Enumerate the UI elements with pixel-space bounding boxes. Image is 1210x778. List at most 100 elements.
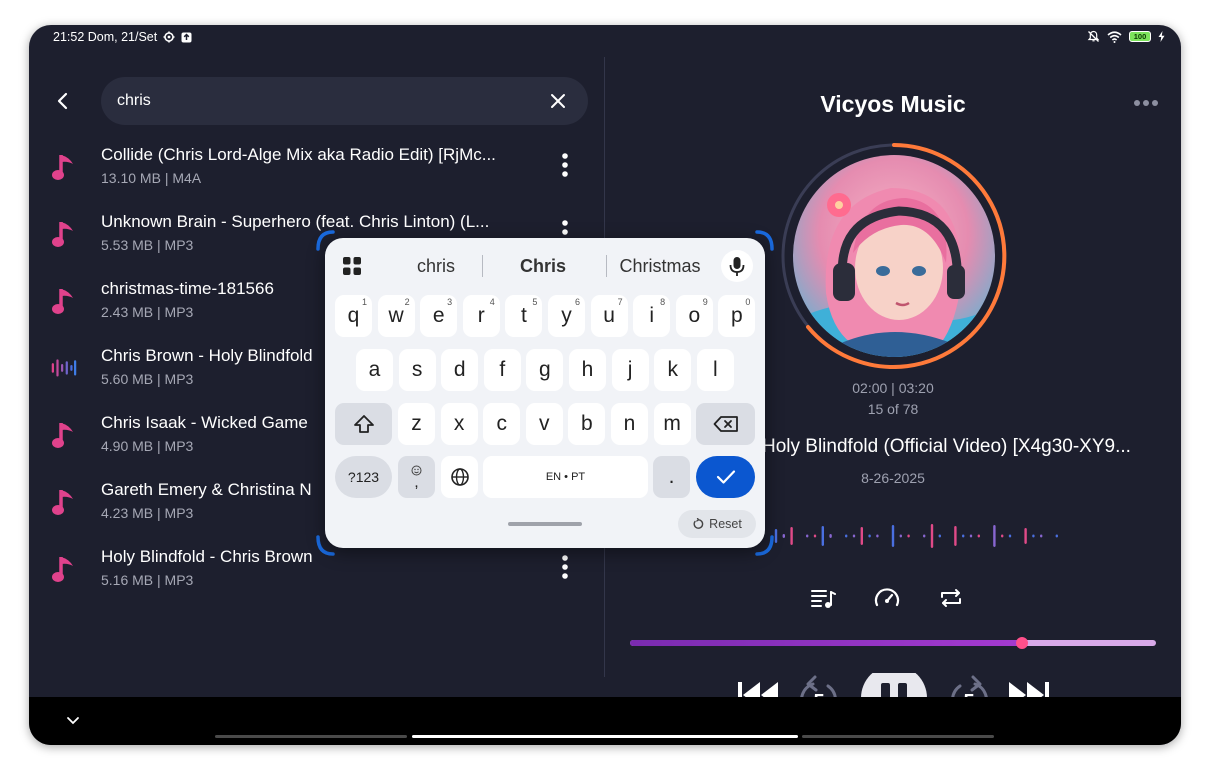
space-key[interactable]: EN • PT <box>483 456 648 498</box>
key-u[interactable]: u7 <box>590 295 628 337</box>
key-number-hint: 2 <box>404 297 410 307</box>
waveform-bar <box>852 534 856 538</box>
emoji-comma-key[interactable]: , <box>398 456 435 498</box>
backspace-key[interactable] <box>696 403 755 445</box>
key-number-hint: 1 <box>361 297 367 307</box>
key-number-hint: 0 <box>745 297 751 307</box>
waveform-bar <box>899 534 902 538</box>
waveform-bar <box>969 534 973 538</box>
result-title: Unknown Brain - Superhero (feat. Chris L… <box>101 212 490 231</box>
suggestion-2[interactable]: Chris <box>493 256 593 277</box>
reset-button[interactable]: Reset <box>678 510 756 538</box>
waveform-bar <box>954 526 957 546</box>
speedometer-icon[interactable] <box>874 585 900 611</box>
key-w[interactable]: w2 <box>377 295 415 337</box>
key-label: m <box>663 412 681 435</box>
key-e[interactable]: e3 <box>420 295 458 337</box>
key-b[interactable]: b <box>568 403 606 445</box>
key-t[interactable]: t5 <box>505 295 543 337</box>
enter-key[interactable] <box>696 456 755 498</box>
shift-key[interactable] <box>335 403 392 445</box>
key-label: e <box>432 304 445 327</box>
key-d[interactable]: d <box>441 349 479 391</box>
repeat-icon[interactable] <box>938 585 964 611</box>
voice-input-button[interactable] <box>721 250 753 282</box>
waveform-bar <box>1001 534 1004 538</box>
result-title: Holy Blindfold - Chris Brown <box>101 547 313 566</box>
waveform-bar <box>845 534 848 538</box>
key-v[interactable]: v <box>525 403 563 445</box>
key-s[interactable]: s <box>398 349 436 391</box>
key-h[interactable]: h <box>569 349 606 391</box>
chevron-down-icon[interactable] <box>65 713 81 729</box>
key-number-hint: 9 <box>702 297 708 307</box>
suggestion-3[interactable]: Christmas <box>613 256 707 277</box>
key-label: p <box>731 304 743 327</box>
key-q[interactable]: q1 <box>335 295 372 337</box>
album-art <box>781 143 1007 369</box>
backspace-icon <box>713 416 738 432</box>
music-note-icon <box>51 287 77 317</box>
apps-grid-icon[interactable] <box>343 257 361 275</box>
clear-search-icon[interactable] <box>548 91 568 111</box>
key-label: z <box>411 412 422 435</box>
more-vert-icon[interactable] <box>555 151 575 179</box>
result-meta: 4.23 MB | MP3 <box>101 505 194 521</box>
keyboard-drag-handle[interactable] <box>508 522 582 526</box>
waveform-bar <box>774 529 778 543</box>
key-label: x <box>453 412 465 435</box>
gesture-bar-main[interactable] <box>412 735 798 738</box>
result-row[interactable]: Holy Blindfold - Chris Brown 5.16 MB | MP… <box>29 539 604 606</box>
seek-progress <box>630 640 1022 646</box>
key-j[interactable]: j <box>611 349 649 391</box>
key-i[interactable]: i8 <box>633 295 671 337</box>
seek-bar[interactable] <box>630 637 1156 649</box>
suggestion-1[interactable]: chris <box>391 256 481 277</box>
key-o[interactable]: o9 <box>675 295 713 337</box>
key-x[interactable]: x <box>440 403 478 445</box>
period-key[interactable]: . <box>653 456 690 498</box>
track-title: Holy Blindfold (Official Video) [X4g30-X… <box>762 436 1131 457</box>
more-options-icon[interactable] <box>1133 99 1159 107</box>
key-n[interactable]: n <box>611 403 648 445</box>
music-note-icon <box>51 421 77 451</box>
key-p[interactable]: p0 <box>718 295 756 337</box>
key-label: j <box>627 358 633 381</box>
key-l[interactable]: l <box>696 349 734 391</box>
key-r[interactable]: r4 <box>462 295 500 337</box>
result-row[interactable]: Collide (Chris Lord-Alge Mix aka Radio E… <box>29 137 604 204</box>
key-label: o <box>688 304 701 327</box>
key-z[interactable]: z <box>398 403 435 445</box>
key-f[interactable]: f <box>483 349 521 391</box>
waveform-bar <box>993 525 996 547</box>
search-input[interactable] <box>117 90 537 112</box>
waveform-bar <box>977 534 980 538</box>
language-key[interactable] <box>441 456 478 498</box>
seek-thumb[interactable] <box>1015 637 1028 649</box>
key-a[interactable]: a <box>356 349 393 391</box>
playlist-icon[interactable] <box>810 585 836 611</box>
secondary-controls <box>810 585 964 611</box>
comma-label: , <box>414 473 419 491</box>
microphone-icon <box>729 257 745 276</box>
waveform-bar <box>907 534 910 538</box>
key-g[interactable]: g <box>526 349 564 391</box>
waveform-bar <box>1008 534 1012 538</box>
key-c[interactable]: c <box>483 403 521 445</box>
key-label: f <box>499 358 506 381</box>
music-note-icon <box>51 555 77 585</box>
waveform-bar <box>891 525 895 547</box>
result-meta: 5.53 MB | MP3 <box>101 237 194 253</box>
back-arrow-icon[interactable] <box>51 89 75 113</box>
waveform-bar <box>782 534 785 538</box>
key-label: l <box>712 358 718 381</box>
waveform-bar <box>923 534 926 538</box>
more-vert-icon[interactable] <box>555 553 575 581</box>
symbols-key[interactable]: ?123 <box>335 456 392 498</box>
key-y[interactable]: y6 <box>548 295 585 337</box>
key-label: r <box>477 304 485 327</box>
music-note-icon <box>51 153 77 183</box>
status-time-date: 21:52 Dom, 21/Set <box>53 30 158 44</box>
key-m[interactable]: m <box>653 403 691 445</box>
key-k[interactable]: k <box>654 349 692 391</box>
